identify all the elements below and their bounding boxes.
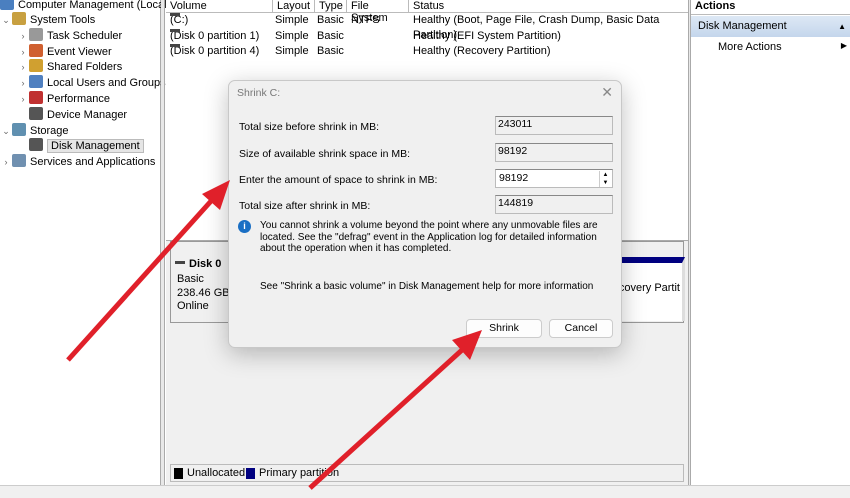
annotation-arrows	[66, 180, 482, 490]
arrow-to-shrink-amount	[66, 180, 230, 362]
arrow-to-shrink-button	[308, 330, 482, 490]
